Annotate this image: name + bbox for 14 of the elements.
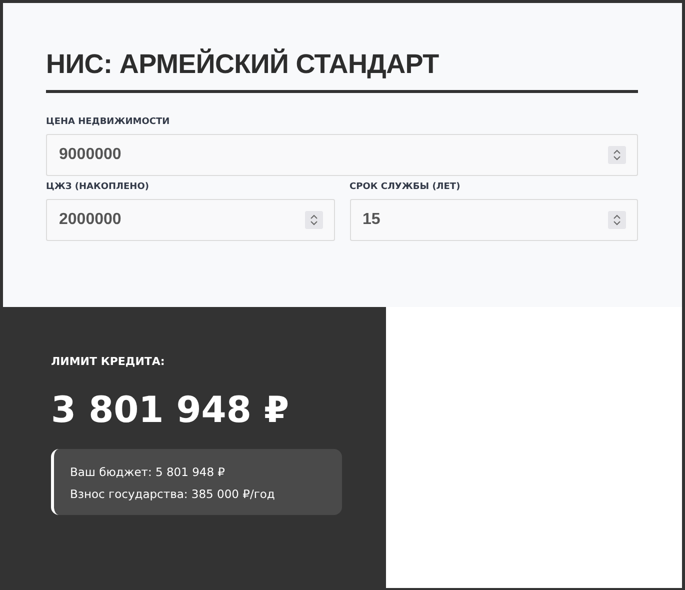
- detail-text: Ваш бюджет: 5 801 948 ₽: [70, 465, 226, 479]
- spinner-icon[interactable]: [608, 146, 626, 164]
- number-input[interactable]: 9000000: [46, 134, 638, 176]
- field-label: ЦЕНА НЕДВИЖИМОСТИ: [46, 117, 171, 127]
- result-amount: 3 801 948 ₽: [51, 390, 290, 431]
- number-input[interactable]: 15: [350, 199, 638, 241]
- result-label: ЛИМИТ КРЕДИТА:: [51, 355, 166, 368]
- spinner-icon[interactable]: [304, 211, 322, 229]
- detail-text: Взнос государства: 385 000 ₽/год: [70, 487, 276, 501]
- number-input[interactable]: 2000000: [46, 199, 334, 241]
- spinner-icon[interactable]: [608, 211, 626, 229]
- field-label: ЦЖЗ (НАКОПЛЕНО): [46, 182, 150, 192]
- page-title: НИС: АРМЕЙСКИЙ СТАНДАРТ: [46, 49, 638, 93]
- field-label: СРОК СЛУЖБЫ (ЛЕТ): [350, 182, 462, 192]
